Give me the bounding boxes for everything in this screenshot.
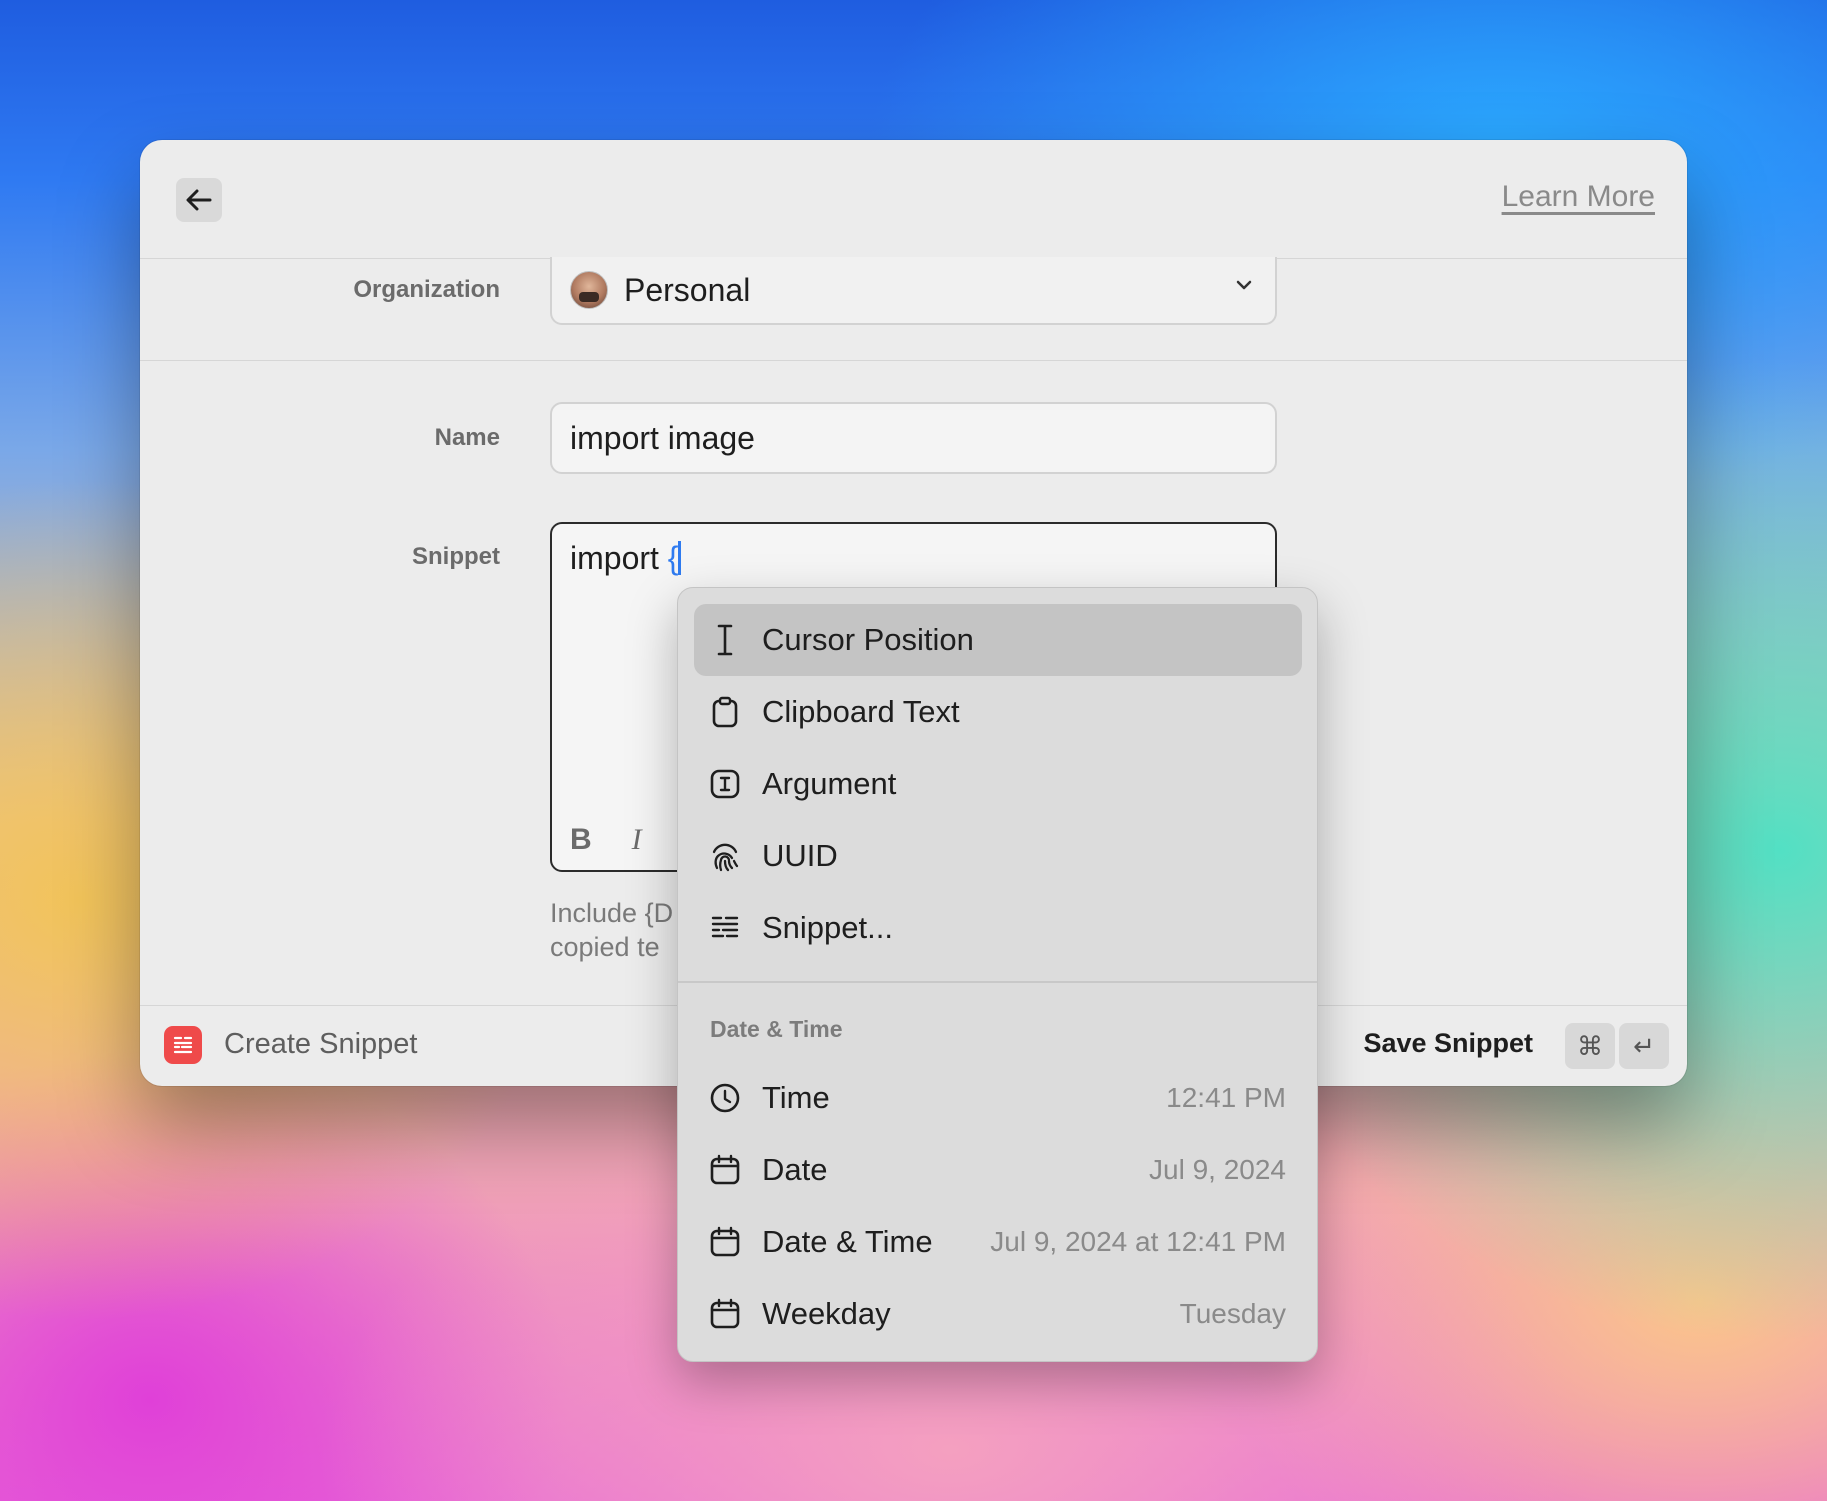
chevron-down-icon bbox=[1236, 280, 1252, 290]
help-line-2: copied te bbox=[550, 932, 660, 962]
organization-row: Organization Personal bbox=[140, 257, 1687, 361]
argument-icon bbox=[708, 767, 742, 801]
menu-item-value: Jul 9, 2024 at 12:41 PM bbox=[990, 1226, 1286, 1257]
enter-key-badge: ↵ bbox=[1619, 1023, 1669, 1069]
menu-item-value: Tuesday bbox=[1179, 1298, 1286, 1329]
avatar bbox=[570, 271, 608, 309]
snippet-label: Snippet bbox=[412, 543, 500, 570]
help-line-1: Include {D bbox=[550, 898, 674, 928]
cmd-key-badge: ⌘ bbox=[1565, 1023, 1615, 1069]
menu-item-date[interactable]: Date Jul 9, 2024 bbox=[694, 1134, 1302, 1206]
bold-button[interactable]: B bbox=[570, 820, 592, 860]
menu-item-label: Date bbox=[762, 1152, 828, 1187]
name-input[interactable]: import image bbox=[550, 402, 1277, 474]
organization-select[interactable]: Personal bbox=[550, 257, 1277, 325]
menu-item-label: Cursor Position bbox=[762, 622, 974, 657]
organization-value: Personal bbox=[624, 271, 751, 308]
menu-item-value: Jul 9, 2024 bbox=[1149, 1154, 1286, 1185]
text-cursor-icon bbox=[708, 623, 742, 657]
top-bar: Learn More bbox=[140, 140, 1687, 259]
menu-item-label: Argument bbox=[762, 766, 897, 801]
menu-item-snippet[interactable]: Snippet... bbox=[694, 892, 1302, 964]
organization-label: Organization bbox=[353, 276, 500, 303]
snippet-app-icon bbox=[164, 1026, 202, 1064]
snippet-text: import bbox=[570, 540, 668, 576]
name-value: import image bbox=[570, 420, 755, 456]
menu-item-label: Date & Time bbox=[762, 1224, 933, 1259]
menu-item-uuid[interactable]: UUID bbox=[694, 820, 1302, 892]
name-label: Name bbox=[434, 424, 500, 451]
menu-item-label: Snippet... bbox=[762, 910, 893, 945]
menu-item-label: Time bbox=[762, 1080, 830, 1115]
menu-item-label: Weekday bbox=[762, 1296, 891, 1331]
menu-item-label: Clipboard Text bbox=[762, 694, 960, 729]
menu-item-argument[interactable]: Argument bbox=[694, 748, 1302, 820]
calendar-icon bbox=[708, 1153, 742, 1187]
learn-more-link[interactable]: Learn More bbox=[1502, 180, 1655, 214]
fingerprint-icon bbox=[708, 839, 742, 873]
menu-item-time[interactable]: Time 12:41 PM bbox=[694, 1062, 1302, 1134]
back-button[interactable] bbox=[176, 178, 222, 222]
menu-item-value: 12:41 PM bbox=[1166, 1082, 1286, 1113]
italic-button[interactable]: I bbox=[632, 820, 642, 860]
snippet-brace: { bbox=[667, 540, 679, 576]
menu-section-date-time: Date & Time bbox=[710, 1016, 843, 1042]
menu-item-date-time[interactable]: Date & Time Jul 9, 2024 at 12:41 PM bbox=[694, 1206, 1302, 1278]
format-toolbar: B I bbox=[570, 820, 642, 860]
snippet-icon bbox=[708, 911, 742, 945]
calendar-icon bbox=[708, 1225, 742, 1259]
arrow-left-icon bbox=[186, 189, 212, 211]
menu-item-label: UUID bbox=[762, 838, 838, 873]
menu-item-weekday[interactable]: Weekday Tuesday bbox=[694, 1278, 1302, 1350]
menu-divider bbox=[678, 981, 1317, 983]
snippet-help-text: Include {D copied te bbox=[550, 896, 680, 964]
clipboard-icon bbox=[708, 695, 742, 729]
save-snippet-button[interactable]: Save Snippet bbox=[1363, 1028, 1533, 1059]
placeholder-dropdown-menu: Cursor Position Clipboard Text Argument … bbox=[677, 587, 1318, 1362]
clock-icon bbox=[708, 1081, 742, 1115]
calendar-icon bbox=[708, 1297, 742, 1331]
window-title: Create Snippet bbox=[224, 1028, 418, 1060]
menu-item-clipboard-text[interactable]: Clipboard Text bbox=[694, 676, 1302, 748]
menu-item-cursor-position[interactable]: Cursor Position bbox=[694, 604, 1302, 676]
text-caret bbox=[678, 541, 682, 575]
